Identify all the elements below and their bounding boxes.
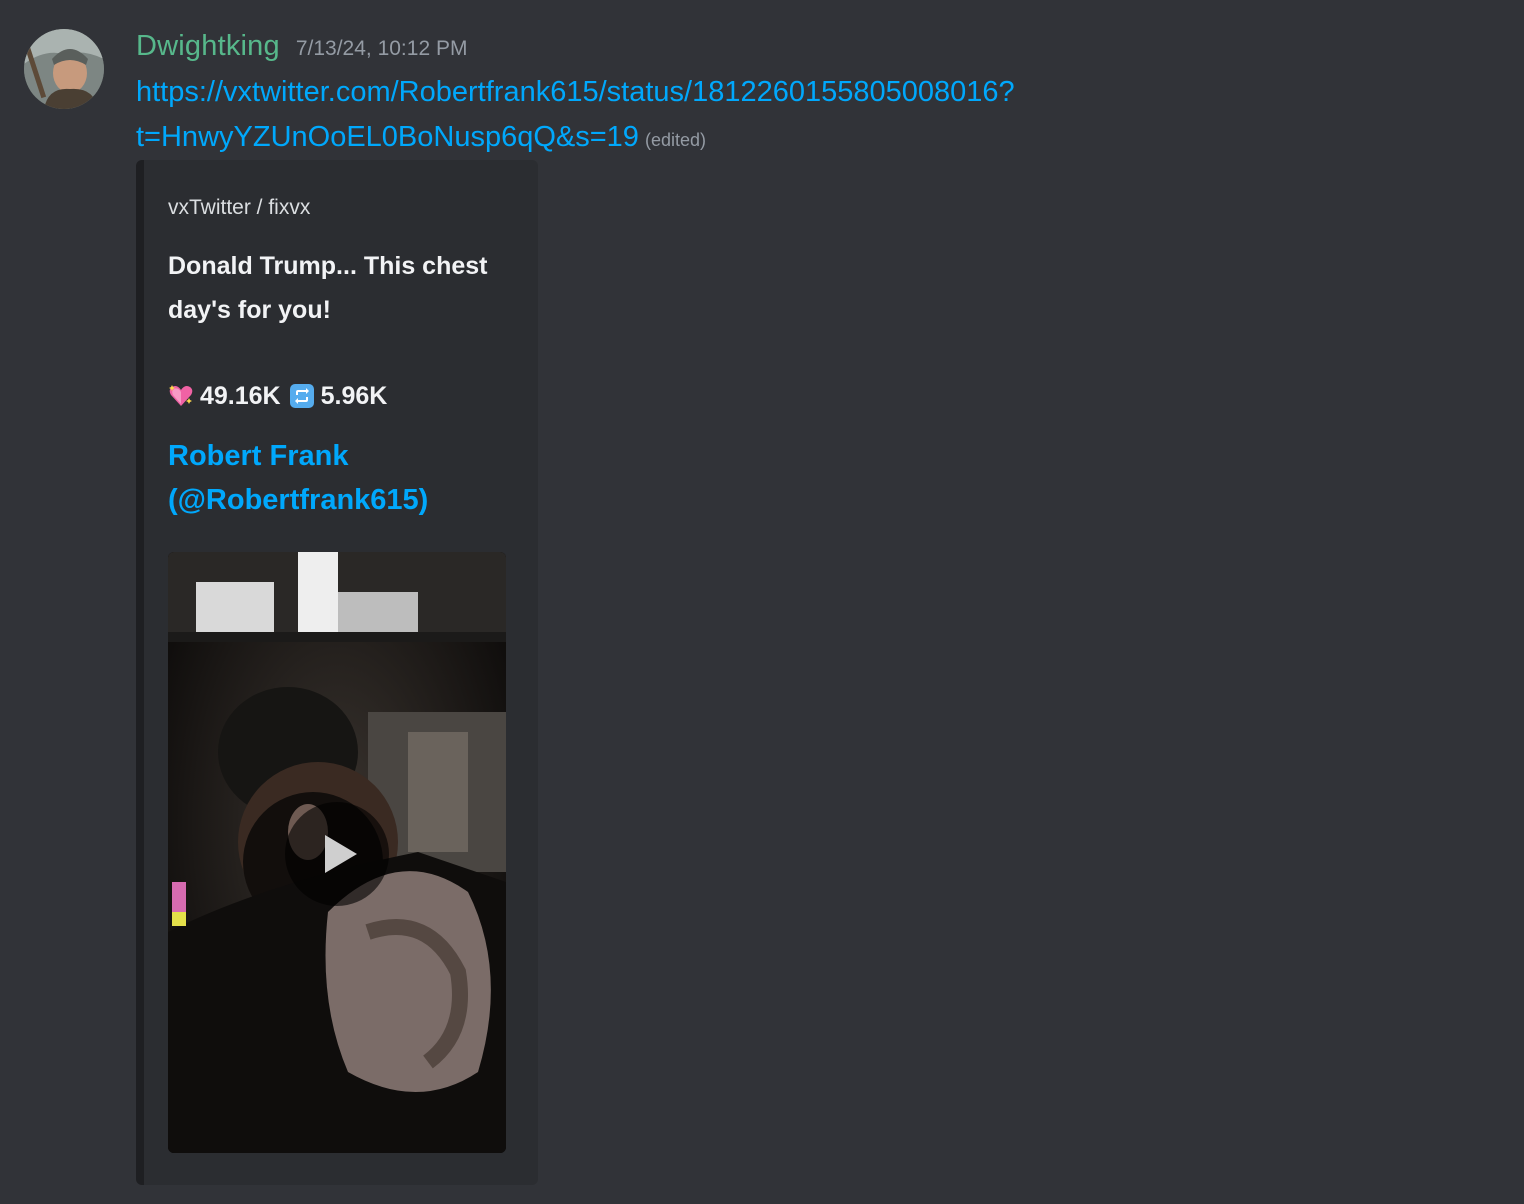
play-button[interactable] xyxy=(285,802,389,906)
chat-message: Dwightking 7/13/24, 10:12 PM https://vxt… xyxy=(0,0,1524,1204)
embed-video[interactable] xyxy=(168,552,506,1153)
sparkling-heart-icon xyxy=(168,383,194,409)
embed-description-line1: Donald Trump... This chest xyxy=(168,252,488,280)
message-link[interactable]: https://vxtwitter.com/Robertfrank615/sta… xyxy=(136,70,1136,115)
repeat-icon xyxy=(289,383,315,409)
message-link-line2: t=HnwyYZUnOoEL0BoNusp6qQ&s=19 xyxy=(136,121,639,153)
embed-author-link[interactable]: Robert Frank (@Robertfrank615) xyxy=(168,434,518,522)
message-link-line1: https://vxtwitter.com/Robertfrank615/sta… xyxy=(136,76,1015,108)
embed-stats: 49.16K 5.96K xyxy=(168,374,395,418)
retweets-count: 5.96K xyxy=(320,381,388,410)
avatar-image xyxy=(24,29,104,109)
play-icon xyxy=(325,835,357,873)
message-content: https://vxtwitter.com/Robertfrank615/sta… xyxy=(136,70,1136,163)
username[interactable]: Dwightking xyxy=(136,30,280,63)
embed-author-name: Robert Frank xyxy=(168,440,349,472)
message-link-continued[interactable]: t=HnwyYZUnOoEL0BoNusp6qQ&s=19 xyxy=(136,121,639,153)
likes-count: 49.16K xyxy=(200,381,281,410)
edited-label: (edited) xyxy=(644,130,706,150)
message-timestamp[interactable]: 7/13/24, 10:12 PM xyxy=(296,37,468,61)
embed-description: Donald Trump... This chest day's for you… xyxy=(168,244,518,332)
embed-description-line2: day's for you! xyxy=(168,296,331,324)
user-avatar[interactable] xyxy=(24,29,104,109)
embed-provider: vxTwitter / fixvx xyxy=(168,196,311,219)
message-header: Dwightking 7/13/24, 10:12 PM xyxy=(136,30,467,66)
link-embed: vxTwitter / fixvx Donald Trump... This c… xyxy=(136,160,538,1185)
embed-author-handle: (@Robertfrank615) xyxy=(168,484,429,516)
